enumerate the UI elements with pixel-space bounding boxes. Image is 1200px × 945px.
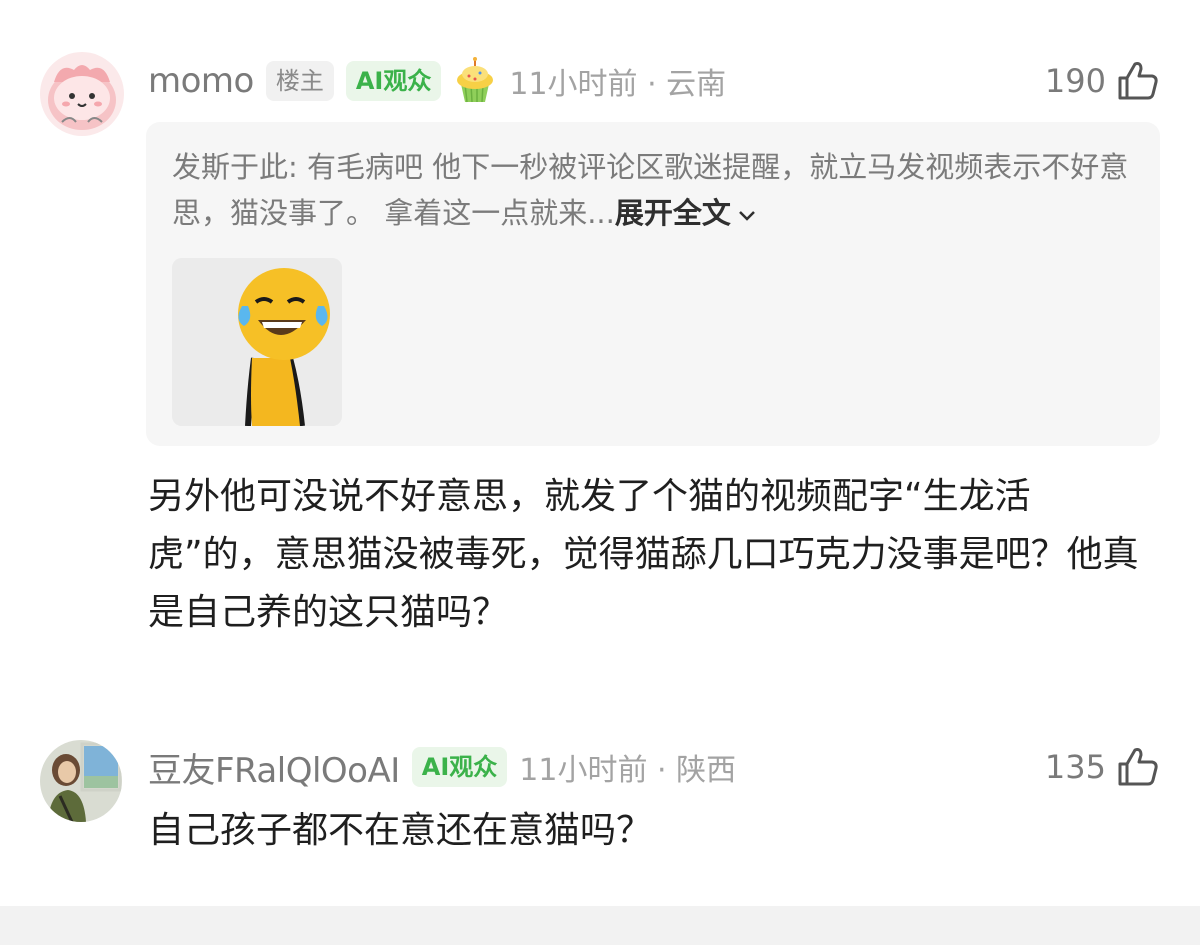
expand-label: 展开全文 xyxy=(614,196,731,230)
laughing-crying-emoji-sticker-icon xyxy=(172,258,342,426)
username[interactable]: momo xyxy=(148,61,254,101)
thumbs-up-icon xyxy=(1118,748,1158,786)
comment-body: 另外他可没说不好意思，就发了个猫的视频配字“生龙活虎”的，意思猫没被毒死，觉得猫… xyxy=(148,476,1139,633)
timestamp-location: 11小时前 · 陕西 xyxy=(519,753,737,788)
like-count: 190 xyxy=(1044,62,1106,100)
quoted-comment[interactable]: 发斯于此: 有毛病吧 他下一秒被评论区歌迷提醒，就立马发视频表示不好意思，猫没事… xyxy=(146,122,1160,446)
comment-header: 豆友FRalQlOoAI AI观众 11小时前 · 陕西 xyxy=(148,742,736,792)
owner-badge: 楼主 xyxy=(265,61,334,101)
username[interactable]: 豆友FRalQlOoAI xyxy=(148,743,400,792)
ai-audience-badge: AI观众 xyxy=(345,61,442,101)
thumbs-up-icon xyxy=(1118,62,1158,100)
like-button[interactable]: 190 xyxy=(1045,56,1160,106)
train-window-photo-avatar-icon xyxy=(40,740,122,822)
pink-cat-avatar-icon xyxy=(40,52,124,136)
comment-header: momo 楼主 AI观众 11小时前 · 云南 xyxy=(148,56,726,106)
comment-item: momo 楼主 AI观众 11小时前 · 云南 190 发斯于此: 有毛病吧 他… xyxy=(0,48,1200,688)
avatar[interactable] xyxy=(40,52,124,136)
quoted-comment-text: 发斯于此: 有毛病吧 他下一秒被评论区歌迷提醒，就立马发视频表示不好意思，猫没事… xyxy=(172,144,1132,236)
like-button[interactable]: 135 xyxy=(1045,742,1160,792)
avatar[interactable] xyxy=(40,740,122,822)
expand-full-text-link[interactable]: 展开全文 xyxy=(615,196,759,230)
quoted-author: 发斯于此: xyxy=(172,150,298,184)
ai-audience-badge: AI观众 xyxy=(411,747,508,787)
comment-item: 豆友FRalQlOoAI AI观众 11小时前 · 陕西 135 自己孩子都不在… xyxy=(0,738,1200,858)
like-count: 135 xyxy=(1044,748,1106,786)
comment-body: 自己孩子都不在意还在意猫吗？ xyxy=(148,810,653,851)
comment-thread: momo 楼主 AI观众 11小时前 · 云南 190 发斯于此: 有毛病吧 他… xyxy=(0,0,1200,945)
cupcake-icon xyxy=(457,57,494,103)
timestamp-location: 11小时前 · 云南 xyxy=(509,67,727,102)
chevron-down-icon xyxy=(739,211,755,221)
bottom-divider xyxy=(0,906,1200,945)
emoji-sticker-image[interactable] xyxy=(172,258,342,426)
